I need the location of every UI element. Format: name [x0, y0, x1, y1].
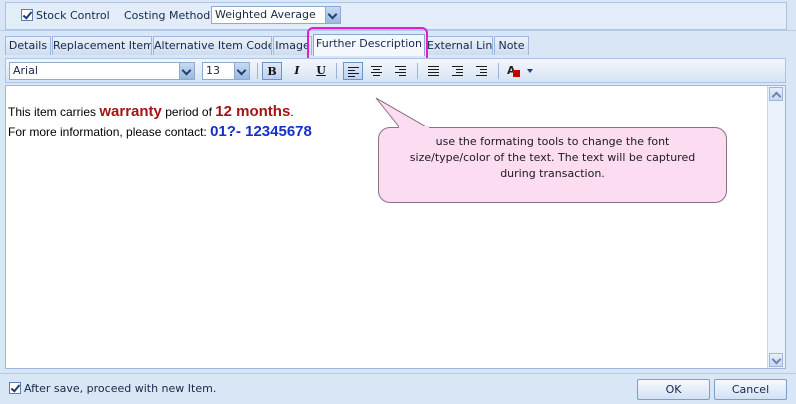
- tab-label: Replacement Item: [53, 39, 152, 52]
- decrease-indent-button[interactable]: [448, 62, 468, 80]
- tab-replacement-item[interactable]: Replacement Item: [52, 36, 152, 55]
- align-right-button[interactable]: [391, 62, 411, 80]
- ok-button[interactable]: OK: [637, 379, 710, 400]
- toolbar-separator: [498, 63, 499, 79]
- bullet-list-button[interactable]: [424, 62, 444, 80]
- proceed-new-item-checkbox[interactable]: [9, 382, 21, 394]
- toolbar-separator: [257, 63, 258, 79]
- font-name-select[interactable]: Arial: [9, 62, 195, 80]
- editor-content: This item carries warranty period of 12 …: [8, 102, 312, 142]
- contact-phone: 01?- 12345678: [210, 123, 312, 140]
- callout-text: use the formating tools to change the fo…: [409, 135, 696, 180]
- font-size-value: 13: [206, 64, 220, 77]
- bullet-list-icon: [428, 66, 439, 78]
- help-callout: use the formating tools to change the fo…: [378, 127, 727, 203]
- font-name-value: Arial: [13, 64, 38, 77]
- increase-indent-button[interactable]: [472, 62, 492, 80]
- scroll-down-icon[interactable]: [769, 353, 783, 367]
- stock-control-checkbox[interactable]: [21, 9, 33, 21]
- warranty-period: 12 months: [215, 103, 291, 120]
- align-left-button[interactable]: [343, 62, 363, 80]
- align-center-button[interactable]: [367, 62, 387, 80]
- stock-control-label: Stock Control: [36, 9, 110, 22]
- costing-method-select[interactable]: Weighted Average: [211, 6, 341, 24]
- font-color-swatch: [513, 70, 520, 77]
- tab-label: Note: [498, 39, 525, 52]
- editor-line-1: This item carries warranty period of 12 …: [8, 102, 312, 122]
- font-color-button[interactable]: A: [504, 62, 534, 80]
- tab-label: Alternative Item Code: [154, 39, 272, 52]
- italic-button[interactable]: I: [287, 62, 307, 80]
- cancel-button[interactable]: Cancel: [714, 379, 787, 400]
- top-options-panel: Stock Control Costing Method: Weighted A…: [5, 2, 787, 30]
- chevron-down-icon[interactable]: [527, 69, 533, 73]
- costing-method-value: Weighted Average: [215, 8, 316, 21]
- tab-label: Details: [8, 39, 48, 52]
- align-center-icon: [371, 66, 382, 78]
- align-right-icon: [395, 66, 406, 78]
- formatting-toolbar: Arial 13 B I U A: [5, 58, 786, 83]
- line1-prefix: This item carries: [8, 105, 100, 119]
- chevron-down-icon[interactable]: [179, 63, 194, 79]
- warranty-text: warranty: [99, 103, 162, 120]
- line2-prefix: For more information, please contact:: [8, 125, 211, 139]
- bottom-bar: After save, proceed with new Item. OK Ca…: [0, 373, 796, 404]
- tab-external-link[interactable]: External Link: [426, 36, 493, 55]
- underline-button[interactable]: U: [311, 62, 331, 80]
- tab-details[interactable]: Details: [5, 36, 51, 55]
- font-size-select[interactable]: 13: [202, 62, 250, 80]
- align-left-icon: [348, 67, 359, 79]
- line1-suffix: .: [290, 105, 294, 119]
- chevron-down-icon[interactable]: [234, 63, 249, 79]
- callout-pointer-mask: [399, 126, 429, 130]
- costing-method-label: Costing Method:: [124, 9, 214, 22]
- tab-label: Image: [275, 39, 310, 52]
- line1-middle: period of: [161, 105, 216, 119]
- vertical-scrollbar[interactable]: [767, 86, 785, 368]
- tab-note[interactable]: Note: [494, 36, 529, 55]
- editor-line-2: For more information, please contact: 01…: [8, 122, 312, 142]
- increase-indent-icon: [476, 66, 487, 78]
- bold-button[interactable]: B: [262, 62, 282, 80]
- toolbar-separator: [336, 63, 337, 79]
- tab-alternative-item-code[interactable]: Alternative Item Code: [153, 36, 272, 55]
- scroll-up-icon[interactable]: [769, 87, 783, 101]
- proceed-new-item-label: After save, proceed with new Item.: [24, 382, 217, 395]
- decrease-indent-icon: [452, 66, 463, 78]
- tab-label: External Link: [427, 39, 493, 52]
- toolbar-separator: [417, 63, 418, 79]
- chevron-down-icon[interactable]: [325, 7, 340, 23]
